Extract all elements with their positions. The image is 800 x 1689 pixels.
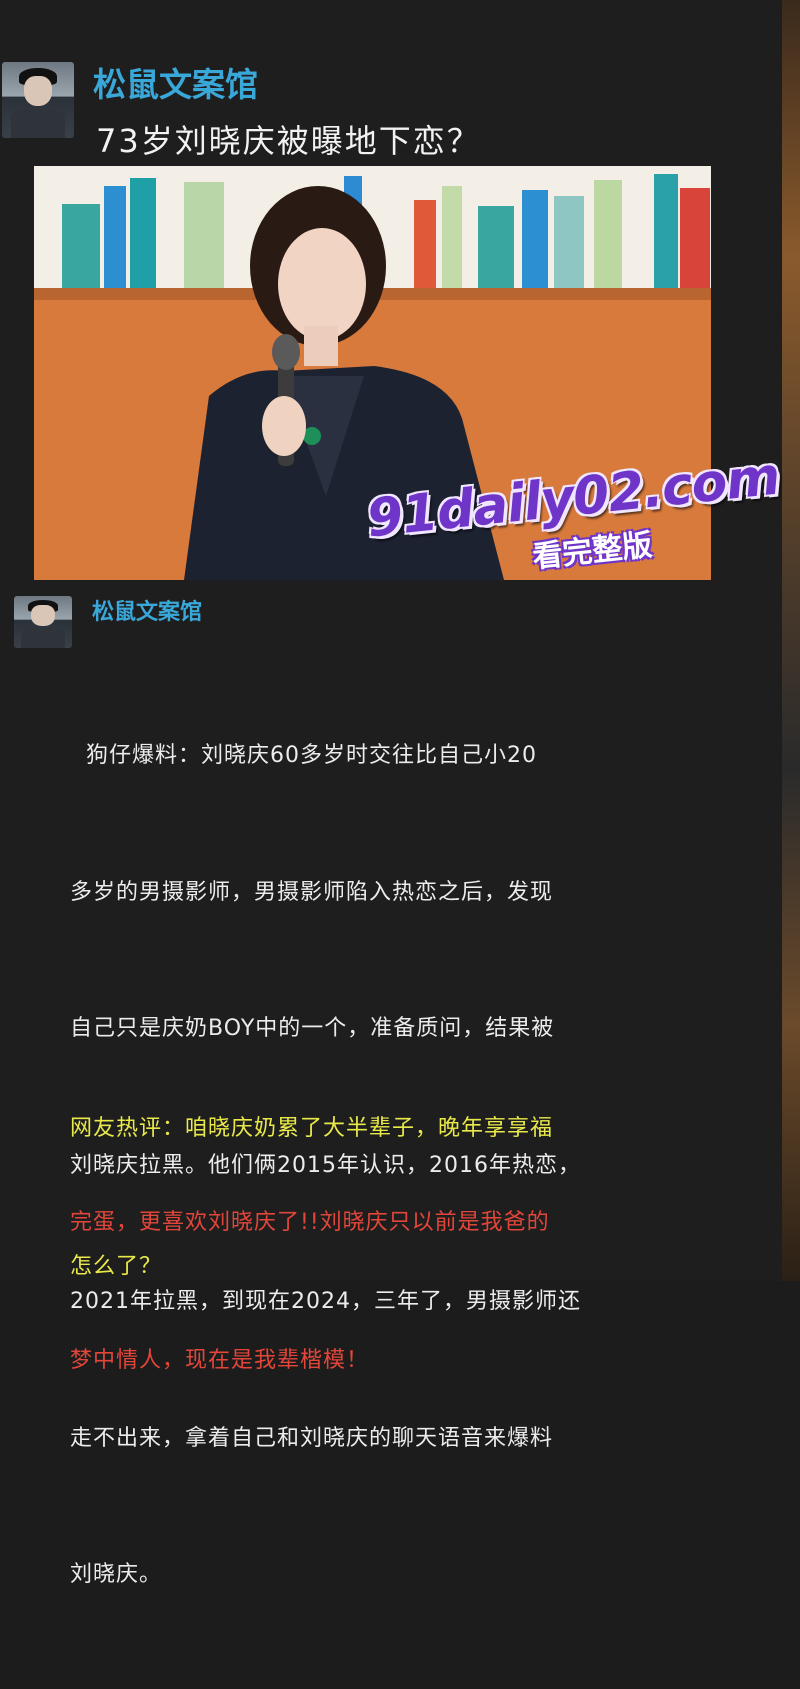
avatar[interactable] [2,62,74,138]
account-name[interactable]: 松鼠文案馆 [93,58,258,106]
comment-red: 完蛋，更喜欢刘晓庆了!!刘晓庆只以前是我爸的 梦中情人，现在是我辈楷模！ [70,1108,660,1476]
body-line: 多岁的男摄影师，男摄影师陷入热恋之后，发现 [70,879,554,905]
body-line: 刘晓庆。 [70,1562,163,1587]
comment-line: 梦中情人，现在是我辈楷模！ [70,1348,370,1373]
post-card: 松鼠文案馆 73岁刘晓庆被曝地下恋？ 91daily02.com 看完整版 松鼠… [0,0,782,1587]
comment-line: 完蛋，更喜欢刘晓庆了!!刘晓庆只以前是我爸的 [70,1210,550,1235]
post-headline: 73岁刘晓庆被曝地下恋？ [96,122,481,160]
body-line: 狗仔爆料：刘晓庆60多岁时交往比自己小20 [70,743,537,768]
watermark[interactable]: 91daily02.com 看完整版 [364,447,782,576]
avatar[interactable] [14,596,72,648]
background-strip [782,0,800,1281]
account-name[interactable]: 松鼠文案馆 [92,594,202,626]
